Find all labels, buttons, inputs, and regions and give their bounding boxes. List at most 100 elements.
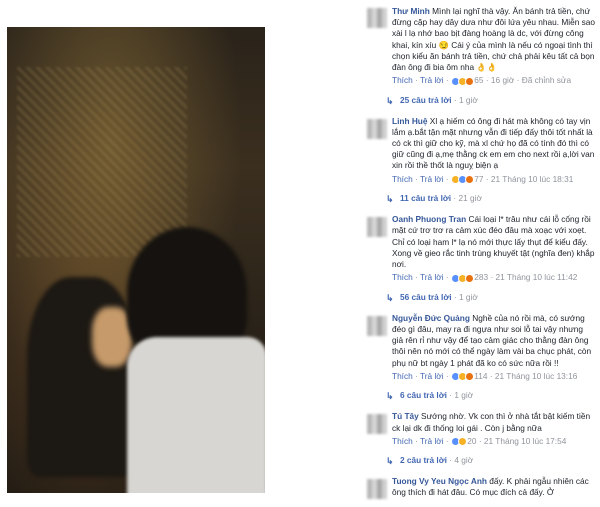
angry-reaction-icon [464, 175, 474, 185]
video-frame[interactable] [7, 27, 265, 493]
view-replies-link[interactable]: ↳ 6 câu trả lời · 1 giờ [364, 390, 596, 401]
view-replies-link[interactable]: ↳ 11 câu trả lời · 21 giờ [364, 193, 596, 204]
comment: Tuong Vy Yeu Ngọc Anh đấy. K phải ngẫu n… [364, 476, 596, 500]
reaction-count: 114 [474, 370, 488, 381]
comment-time[interactable]: 21 Tháng 10 lúc 18:31 [491, 174, 573, 184]
dot-separator: · [415, 435, 418, 446]
replies-time: 4 giờ [454, 455, 474, 466]
reply-button[interactable]: Trả lời [420, 174, 444, 184]
dot-separator: · [445, 370, 449, 381]
mentioned-user[interactable]: Ngọc Anh [448, 476, 487, 486]
comment-body: Tuong Vy Yeu Ngọc Anh đấy. K phải ngẫu n… [392, 476, 596, 498]
angry-reaction-icon [464, 76, 474, 86]
video-background-panel [17, 67, 187, 257]
reaction-icons[interactable] [450, 272, 474, 283]
replies-time: 1 giờ [458, 291, 478, 302]
comment-meta: Thích · Trả lời · 20 · 21 Tháng 10 lúc 1… [392, 436, 596, 447]
comment-body: Thư Minh Mình lại nghĩ thà vậy. Ăn bánh … [392, 6, 596, 73]
video-white-shirt [127, 337, 265, 493]
comment-meta: Thích · Trả lời · 77 · 21 Tháng 10 lúc 1… [392, 174, 596, 185]
dot-separator: · [449, 390, 453, 401]
comments-panel: Thư Minh Mình lại nghĩ thà vậy. Ăn bánh … [364, 0, 596, 507]
like-button[interactable]: Thích [392, 75, 413, 85]
comment: Tú Tây Sướng nhờ. Vk con thì ở nhà tắt b… [364, 411, 596, 447]
comment: Nguyễn Đức Quảng Nghề của nó rồi mà, có … [364, 313, 596, 382]
comment-body: Oanh Phuong Tran Cái loại l* trâu như cá… [392, 214, 596, 270]
replies-count[interactable]: 11 câu trả lời [400, 193, 451, 203]
view-replies-link[interactable]: ↳ 2 câu trả lời · 4 giờ [364, 455, 596, 466]
comment-time[interactable]: 21 Tháng 10 lúc 13:16 [495, 371, 577, 381]
avatar[interactable] [367, 315, 387, 336]
avatar[interactable] [367, 414, 387, 435]
dot-separator: · [445, 272, 449, 283]
dot-separator: · [478, 435, 482, 446]
avatar[interactable] [367, 8, 387, 28]
comment-meta: Thích · Trả lời · 114 · 21 Tháng 10 lúc … [392, 371, 596, 382]
view-replies-link[interactable]: ↳ 56 câu trả lời · 1 giờ [364, 292, 596, 303]
reply-arrow-icon: ↳ [386, 456, 394, 467]
reaction-icons[interactable] [450, 436, 467, 447]
replies-count[interactable]: 25 câu trả lời [400, 95, 452, 105]
comment-author[interactable]: Tú Tây [392, 411, 419, 421]
reaction-icons[interactable] [450, 75, 474, 86]
reply-arrow-icon: ↳ [386, 391, 394, 402]
comment-text: Sướng nhờ. Vk con thì ở nhà tắt bật kiếm… [392, 411, 591, 433]
view-replies-link[interactable]: ↳ 25 câu trả lời · 1 giờ [364, 95, 596, 106]
comment-author[interactable]: Tuong Vy Yeu [392, 476, 446, 486]
dot-separator: · [415, 370, 418, 381]
replies-count[interactable]: 56 câu trả lời [400, 292, 452, 302]
reaction-icons[interactable] [450, 174, 474, 185]
comment-author[interactable]: Linh Huệ [392, 116, 428, 126]
reaction-count: 77 [474, 173, 484, 184]
comment-author[interactable]: Thư Minh [392, 6, 430, 16]
replies-time: 1 giờ [454, 390, 474, 401]
comment: Thư Minh Mình lại nghĩ thà vậy. Ăn bánh … [364, 6, 596, 87]
angry-reaction-icon [464, 273, 474, 283]
like-button[interactable]: Thích [392, 272, 413, 282]
comment: Linh Huệ Xl ạ hiếm có ông đi hát mà khôn… [364, 116, 596, 185]
comment-meta: Thích · Trả lời · 283 · 21 Tháng 10 lúc … [392, 272, 596, 283]
comment-body: Linh Huệ Xl ạ hiếm có ông đi hát mà khôn… [392, 116, 596, 172]
comment-author[interactable]: Oanh Phuong Tran [392, 214, 466, 224]
edited-label[interactable]: Đã chỉnh sửa [522, 75, 571, 85]
dot-separator: · [485, 75, 489, 86]
dot-separator: · [485, 173, 489, 184]
comment-body: Tú Tây Sướng nhờ. Vk con thì ở nhà tắt b… [392, 411, 596, 433]
reply-button[interactable]: Trả lời [420, 75, 444, 85]
dot-separator: · [445, 173, 449, 184]
reply-button[interactable]: Trả lời [420, 272, 444, 282]
dot-separator: · [445, 75, 449, 86]
dot-separator: · [445, 435, 449, 446]
avatar[interactable] [367, 118, 387, 139]
comment-author[interactable]: Nguyễn Đức Quảng [392, 313, 470, 323]
reaction-count: 65 [474, 75, 484, 86]
dot-separator: · [516, 75, 520, 86]
dot-separator: · [449, 455, 453, 466]
reply-button[interactable]: Trả lời [420, 371, 444, 381]
like-button[interactable]: Thích [392, 174, 413, 184]
like-button[interactable]: Thích [392, 371, 413, 381]
page: Thư Minh Mình lại nghĩ thà vậy. Ăn bánh … [0, 0, 600, 507]
reaction-icons[interactable] [450, 371, 474, 382]
comment-time[interactable]: 16 giờ [491, 75, 514, 85]
dot-separator: · [415, 173, 418, 184]
video-skin-area [92, 307, 132, 367]
comment-time[interactable]: 21 Tháng 10 lúc 11:42 [496, 272, 578, 282]
comment-meta: Thích · Trả lời · 65 · 16 giờ · Đã chỉnh… [392, 75, 596, 86]
angry-reaction-icon [464, 372, 474, 382]
reaction-count: 20 [467, 435, 477, 446]
reaction-count: 283 [474, 272, 489, 283]
reply-arrow-icon: ↳ [386, 95, 394, 106]
replies-time: 1 giờ [458, 94, 478, 105]
avatar[interactable] [367, 479, 387, 500]
comment-time[interactable]: 21 Tháng 10 lúc 17:54 [484, 436, 566, 446]
avatar[interactable] [367, 217, 387, 238]
replies-count[interactable]: 6 câu trả lời [400, 390, 447, 400]
replies-time: 21 giờ [458, 193, 482, 204]
reply-button[interactable]: Trả lời [420, 436, 444, 446]
dot-separator: · [489, 370, 493, 381]
dot-separator: · [453, 193, 457, 204]
comment-body: Nguyễn Đức Quảng Nghề của nó rồi mà, có … [392, 313, 596, 369]
like-button[interactable]: Thích [392, 436, 413, 446]
replies-count[interactable]: 2 câu trả lời [400, 455, 447, 465]
